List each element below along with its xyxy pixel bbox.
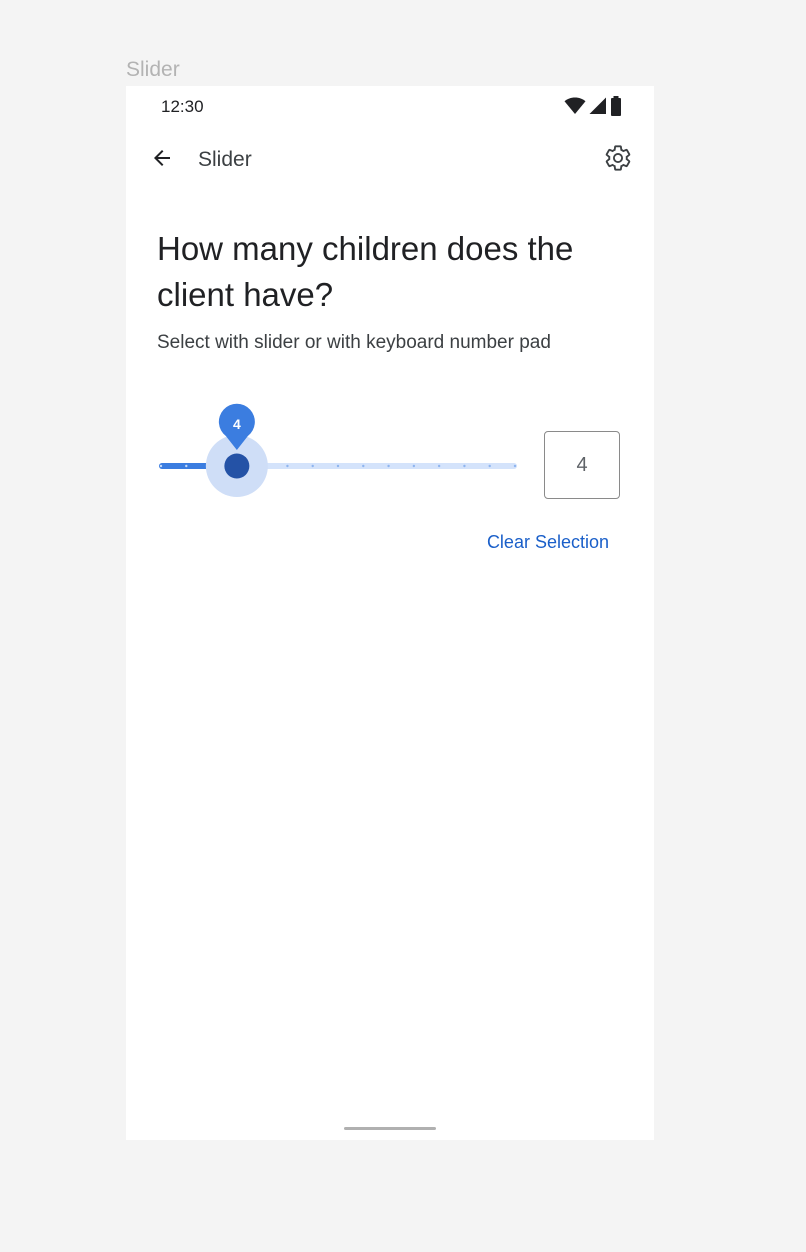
slider-thumb	[224, 453, 250, 479]
slider-tick	[437, 464, 441, 468]
slider-tick	[311, 464, 314, 468]
slider-tick	[488, 464, 491, 468]
app-bar: Slider	[126, 136, 654, 184]
slider-tick	[412, 464, 416, 468]
frame-label: Slider	[126, 58, 180, 81]
question-title: How many children does the client have?	[157, 230, 574, 313]
gear-icon	[604, 144, 632, 177]
wifi-icon	[564, 97, 586, 115]
slider-tick	[513, 464, 517, 468]
children-slider[interactable]: 4	[159, 403, 517, 524]
children-count-input[interactable]: 4	[544, 431, 620, 499]
slider-tick	[463, 464, 466, 468]
slider-tick	[185, 464, 188, 468]
status-icons	[564, 96, 622, 116]
slider-tick	[336, 464, 340, 468]
home-indicator[interactable]	[344, 1127, 436, 1130]
status-time: 12:30	[161, 97, 204, 116]
slider-tick	[159, 464, 163, 468]
clear-selection-button[interactable]: Clear Selection	[487, 532, 609, 553]
arrow-back-icon	[150, 146, 174, 175]
cellular-signal-icon	[589, 97, 607, 115]
slider-tick	[286, 464, 289, 468]
battery-icon	[610, 96, 622, 116]
phone-screen: 12:30 Slider How many children does the …	[126, 86, 654, 1140]
settings-button[interactable]	[602, 144, 634, 176]
slider-tick	[362, 464, 365, 468]
slider-value-text: 4	[233, 416, 241, 432]
app-bar-title: Slider	[198, 148, 252, 171]
slider-tick	[387, 464, 390, 468]
question-hint: Select with slider or with keyboard numb…	[157, 332, 551, 353]
back-button[interactable]	[146, 144, 178, 176]
